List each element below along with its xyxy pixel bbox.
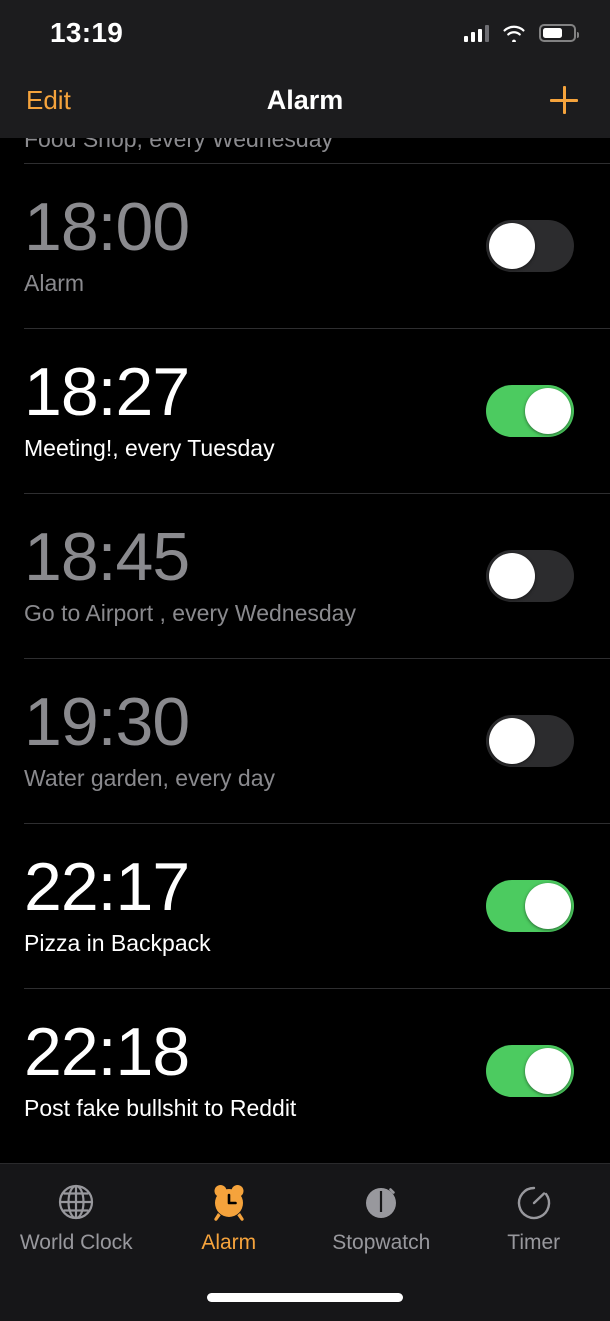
tab-label-timer: Timer: [507, 1231, 561, 1254]
toggle-knob: [525, 1047, 571, 1094]
row-separator: [24, 658, 610, 659]
row-separator: [24, 493, 610, 494]
tab-label-world-clock: World Clock: [19, 1231, 133, 1254]
alarm-row[interactable]: 19:30 Water garden, every day: [0, 658, 610, 823]
alarm-time: 18:27: [24, 354, 190, 431]
alarm-label: Go to Airport , every Wednesday: [24, 600, 356, 627]
alarm-row[interactable]: 22:17 Pizza in Backpack: [0, 823, 610, 988]
tab-bar: World Clock Alarm Stopwatch Timer: [0, 1163, 610, 1321]
alarm-label: Food Shop, every Wednesday: [24, 138, 333, 152]
tab-label-alarm: Alarm: [201, 1231, 257, 1254]
alarm-text-group: Food Shop, every Wednesday: [24, 138, 586, 154]
row-separator: [24, 163, 610, 164]
alarm-text-group: 18:27 Meeting!, every Tuesday: [24, 354, 486, 463]
alarm-row[interactable]: 18:27 Meeting!, every Tuesday: [0, 328, 610, 493]
alarm-row[interactable]: 18:45 Go to Airport , every Wednesday: [0, 493, 610, 658]
battery-icon: [539, 24, 579, 42]
alarm-text-group: 22:18 Post fake bullshit to Reddit: [24, 1014, 486, 1123]
alarm-time: 18:00: [24, 189, 190, 266]
alarm-text-group: 18:00 Alarm: [24, 189, 486, 298]
alarm-row[interactable]: 18:00 Alarm: [0, 163, 610, 328]
alarm-list[interactable]: Food Shop, every Wednesday 18:00 Alarm 18:2…: [0, 138, 610, 1163]
tab-world-clock[interactable]: World Clock: [0, 1180, 153, 1255]
alarm-time: 19:30: [24, 684, 190, 761]
plus-icon[interactable]: [544, 80, 584, 120]
alarm-label: Water garden, every day: [24, 765, 275, 792]
alarm-toggle[interactable]: [486, 384, 574, 437]
alarm-label: Alarm: [24, 270, 85, 297]
edit-button[interactable]: Edit: [26, 85, 71, 116]
alarm-toggle[interactable]: [486, 879, 574, 932]
tab-alarm[interactable]: Alarm: [153, 1180, 306, 1255]
status-bar-clock: 13:19: [50, 17, 124, 48]
toggle-knob: [489, 717, 535, 764]
globe-icon: [54, 1180, 98, 1224]
toggle-knob: [525, 882, 571, 929]
tab-timer[interactable]: Timer: [458, 1180, 610, 1255]
row-separator: [24, 823, 610, 824]
stopwatch-icon: [359, 1180, 403, 1224]
alarm-toggle[interactable]: [486, 1044, 574, 1097]
cellular-bars-icon: [463, 24, 489, 42]
alarm-text-group: 22:17 Pizza in Backpack: [24, 849, 486, 958]
alarm-label: Post fake bullshit to Reddit: [24, 1095, 297, 1122]
alarm-row[interactable]: Food Shop, every Wednesday: [0, 138, 610, 163]
alarm-time: 22:18: [24, 1014, 190, 1091]
navigation-bar: Edit Alarm: [0, 62, 610, 138]
page-title: Alarm: [266, 84, 344, 115]
toggle-knob: [525, 387, 571, 434]
alarm-text-group: 18:45 Go to Airport , every Wednesday: [24, 519, 486, 628]
alarm-toggle[interactable]: [486, 714, 574, 767]
alarm-toggle[interactable]: [486, 219, 574, 272]
status-bar-indicators: [463, 24, 579, 44]
home-indicator: [207, 1293, 403, 1302]
status-bar: 13:19: [0, 0, 610, 62]
alarm-label: Meeting!, every Tuesday: [24, 435, 275, 462]
tab-label-stopwatch: Stopwatch: [332, 1231, 431, 1254]
alarm-row[interactable]: 22:18 Post fake bullshit to Reddit: [0, 988, 610, 1153]
timer-icon: [512, 1180, 556, 1224]
tab-stopwatch[interactable]: Stopwatch: [305, 1180, 458, 1255]
row-separator: [24, 328, 610, 329]
toggle-knob: [489, 222, 535, 269]
wifi-icon: [502, 24, 526, 44]
alarm-toggle[interactable]: [486, 549, 574, 602]
toggle-knob: [489, 552, 535, 599]
alarm-label: Pizza in Backpack: [24, 930, 211, 957]
alarm-time: 18:45: [24, 519, 190, 596]
alarm-time: 22:17: [24, 849, 190, 926]
alarm-clock-icon: [207, 1180, 251, 1224]
alarm-text-group: 19:30 Water garden, every day: [24, 684, 486, 793]
row-separator: [24, 988, 610, 989]
